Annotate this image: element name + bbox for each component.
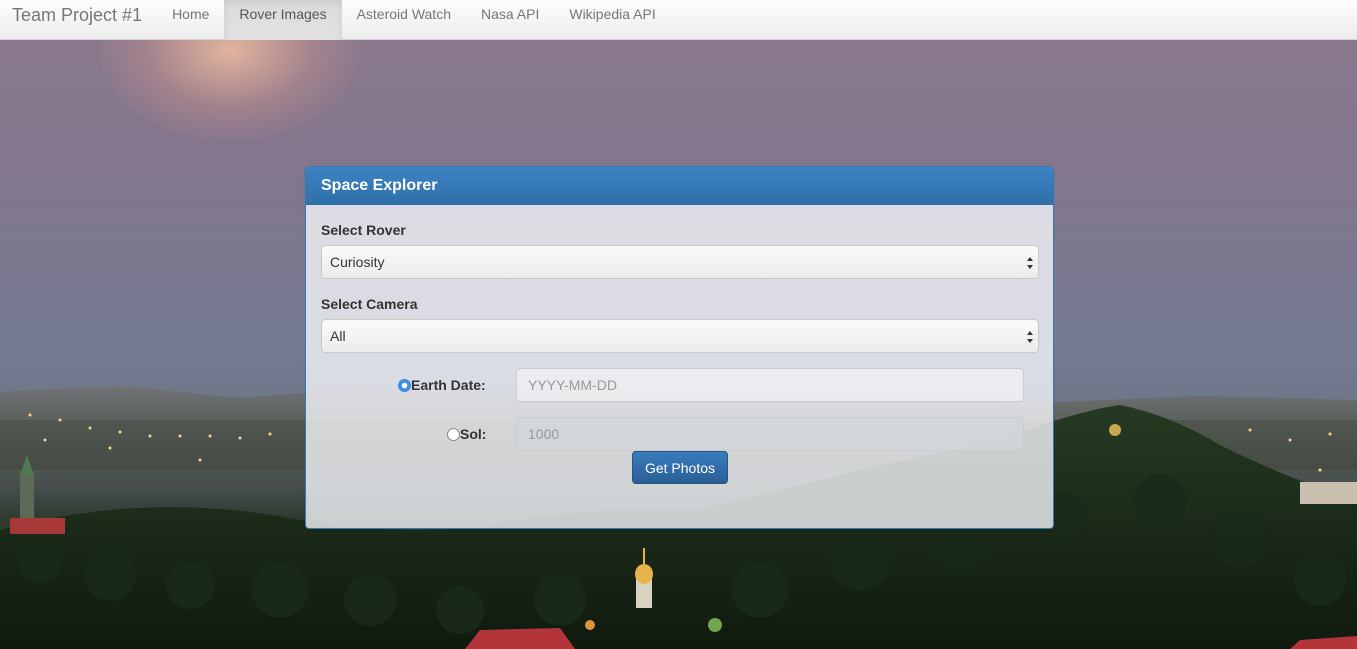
earth-date-input[interactable]: YYYY-MM-DD <box>516 368 1024 402</box>
rover-select[interactable]: Curiosity <box>321 245 1039 279</box>
camera-select[interactable]: All <box>321 319 1039 353</box>
top-navbar: Team Project #1 Home Rover Images Astero… <box>0 0 1357 40</box>
space-explorer-panel: Space Explorer Select Rover Curiosity Se… <box>305 166 1054 529</box>
select-rover-label: Select Rover <box>321 222 406 238</box>
earth-date-label: Earth Date: <box>411 377 486 393</box>
nav-item-asteroid-watch[interactable]: Asteroid Watch <box>342 0 466 40</box>
select-arrows-icon <box>1027 257 1033 269</box>
rover-select-value: Curiosity <box>330 254 385 270</box>
camera-select-value: All <box>330 328 346 344</box>
nav-item-home[interactable]: Home <box>157 0 224 40</box>
brand-title[interactable]: Team Project #1 <box>0 0 157 40</box>
sol-radio[interactable] <box>447 428 460 441</box>
select-arrows-icon <box>1027 331 1033 343</box>
sol-label: Sol: <box>460 426 487 442</box>
nav-item-wikipedia-api[interactable]: Wikipedia API <box>554 0 670 40</box>
select-camera-label: Select Camera <box>321 296 418 312</box>
nav-item-nasa-api[interactable]: Nasa API <box>466 0 554 40</box>
nav-item-rover-images[interactable]: Rover Images <box>224 0 342 40</box>
get-photos-button[interactable]: Get Photos <box>632 451 728 484</box>
panel-title: Space Explorer <box>306 167 1053 205</box>
sol-input[interactable]: 1000 <box>516 417 1024 451</box>
earth-date-radio[interactable] <box>398 379 411 392</box>
